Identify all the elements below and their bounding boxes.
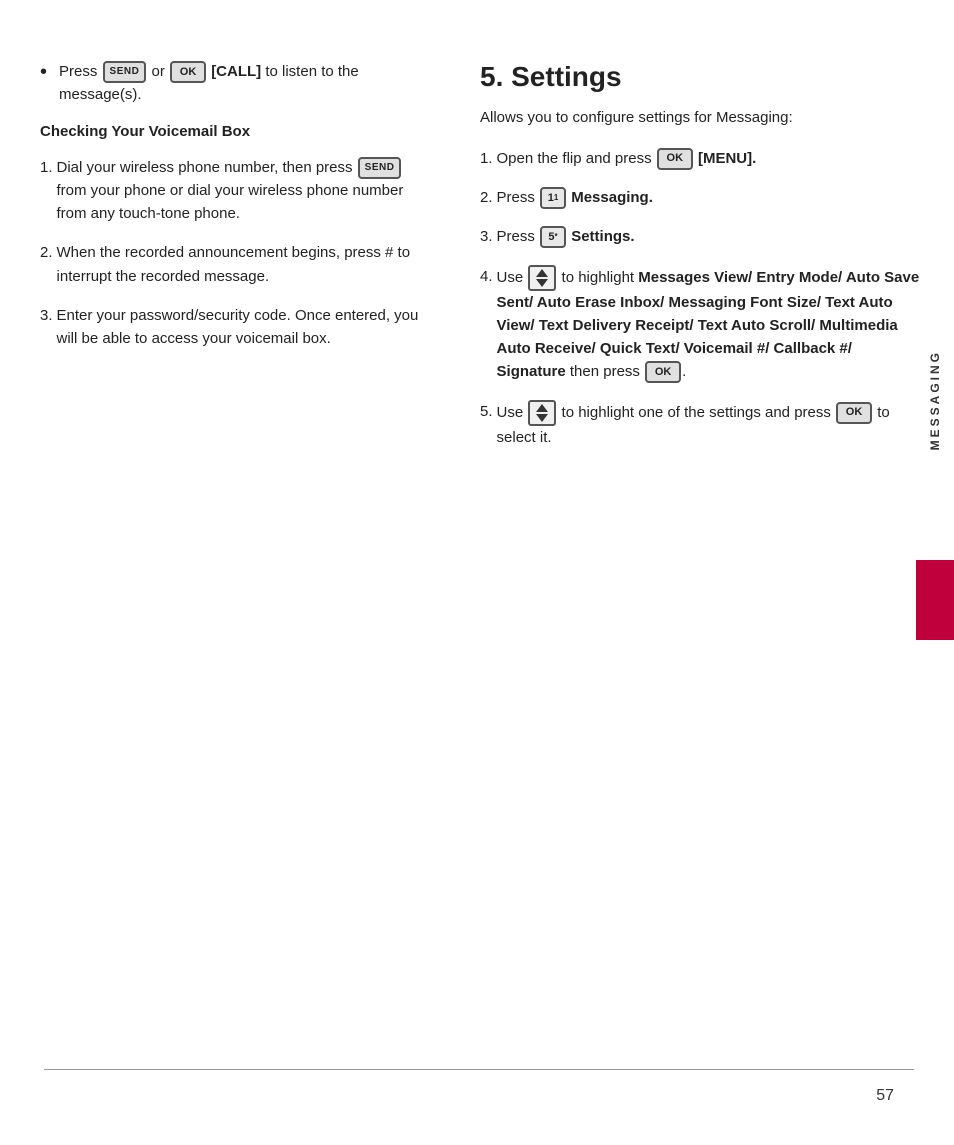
settings-steps: 1. Open the flip and press OK [MENU]. 2.… [480,147,924,449]
voicemail-steps: 1. Dial your wireless phone number, then… [40,156,430,351]
settings-title: 5. Settings [480,60,924,94]
right-column: 5. Settings Allows you to configure sett… [460,60,924,1085]
s4-content: Use to highlight Messages View/ Entry Mo… [497,265,924,384]
step-1-num: 1. [40,156,53,179]
ok-btn-s4: OK [645,361,681,383]
bullet-item-press: • Press SEND or OK [CALL] to listen to t… [40,60,430,107]
bullet-text: Press SEND or OK [CALL] to listen to the… [59,60,430,107]
bottom-rule [44,1069,914,1070]
arrow-down-icon [536,279,548,287]
s5-num: 5. [480,400,493,423]
sidebar-bar [916,560,954,640]
left-column: • Press SEND or OK [CALL] to listen to t… [40,60,460,1085]
s3-content: Press 5* Settings. [497,225,924,248]
voicemail-step-1: 1. Dial your wireless phone number, then… [40,156,430,226]
step-2-content: When the recorded announcement begins, p… [57,241,430,288]
send-button-icon: SEND [103,61,147,83]
settings-step-1: 1. Open the flip and press OK [MENU]. [480,147,924,170]
s3-num: 3. [480,225,493,248]
num-btn-1: 11 [540,187,566,209]
s1-num: 1. [480,147,493,170]
s1-content: Open the flip and press OK [MENU]. [497,147,924,170]
step-1-content: Dial your wireless phone number, then pr… [57,156,430,226]
voicemail-step-3: 3. Enter your password/security code. On… [40,304,430,351]
s2-content: Press 11 Messaging. [497,186,924,209]
ok-btn-s1: OK [657,148,693,170]
s4-num: 4. [480,265,493,288]
settings-step-5: 5. Use to highlight one of the settings … [480,400,924,449]
arrow-down-icon-2 [536,414,548,422]
ok-btn-s5: OK [836,402,872,424]
settings-intro: Allows you to configure settings for Mes… [480,106,924,129]
arrow-btn-s4 [528,265,556,291]
ok-button-icon: OK [170,61,206,83]
num-btn-5: 5* [540,226,566,248]
sidebar-label-text: MESSAGING [928,350,942,450]
settings-step-2: 2. Press 11 Messaging. [480,186,924,209]
settings-step-4: 4. Use to highlight Messages View/ Entry… [480,265,924,384]
page-container: • Press SEND or OK [CALL] to listen to t… [0,0,954,1145]
step-3-num: 3. [40,304,53,327]
send-btn-step1: SEND [358,157,402,179]
page-number: 57 [876,1087,894,1105]
press-label: Press [59,63,97,80]
s5-content: Use to highlight one of the settings and… [497,400,924,449]
voicemail-heading: Checking Your Voicemail Box [40,121,430,142]
arrow-btn-s5 [528,400,556,426]
settings-step-3: 3. Press 5* Settings. [480,225,924,248]
bullet-dot: • [40,57,47,87]
arrow-up-icon-2 [536,404,548,412]
step-2-num: 2. [40,241,53,264]
voicemail-step-2: 2. When the recorded announcement begins… [40,241,430,288]
arrow-up-icon [536,269,548,277]
sidebar-container: MESSAGING [916,350,954,450]
or-connector: or [152,63,165,80]
step-3-content: Enter your password/security code. Once … [57,304,430,351]
s2-num: 2. [480,186,493,209]
